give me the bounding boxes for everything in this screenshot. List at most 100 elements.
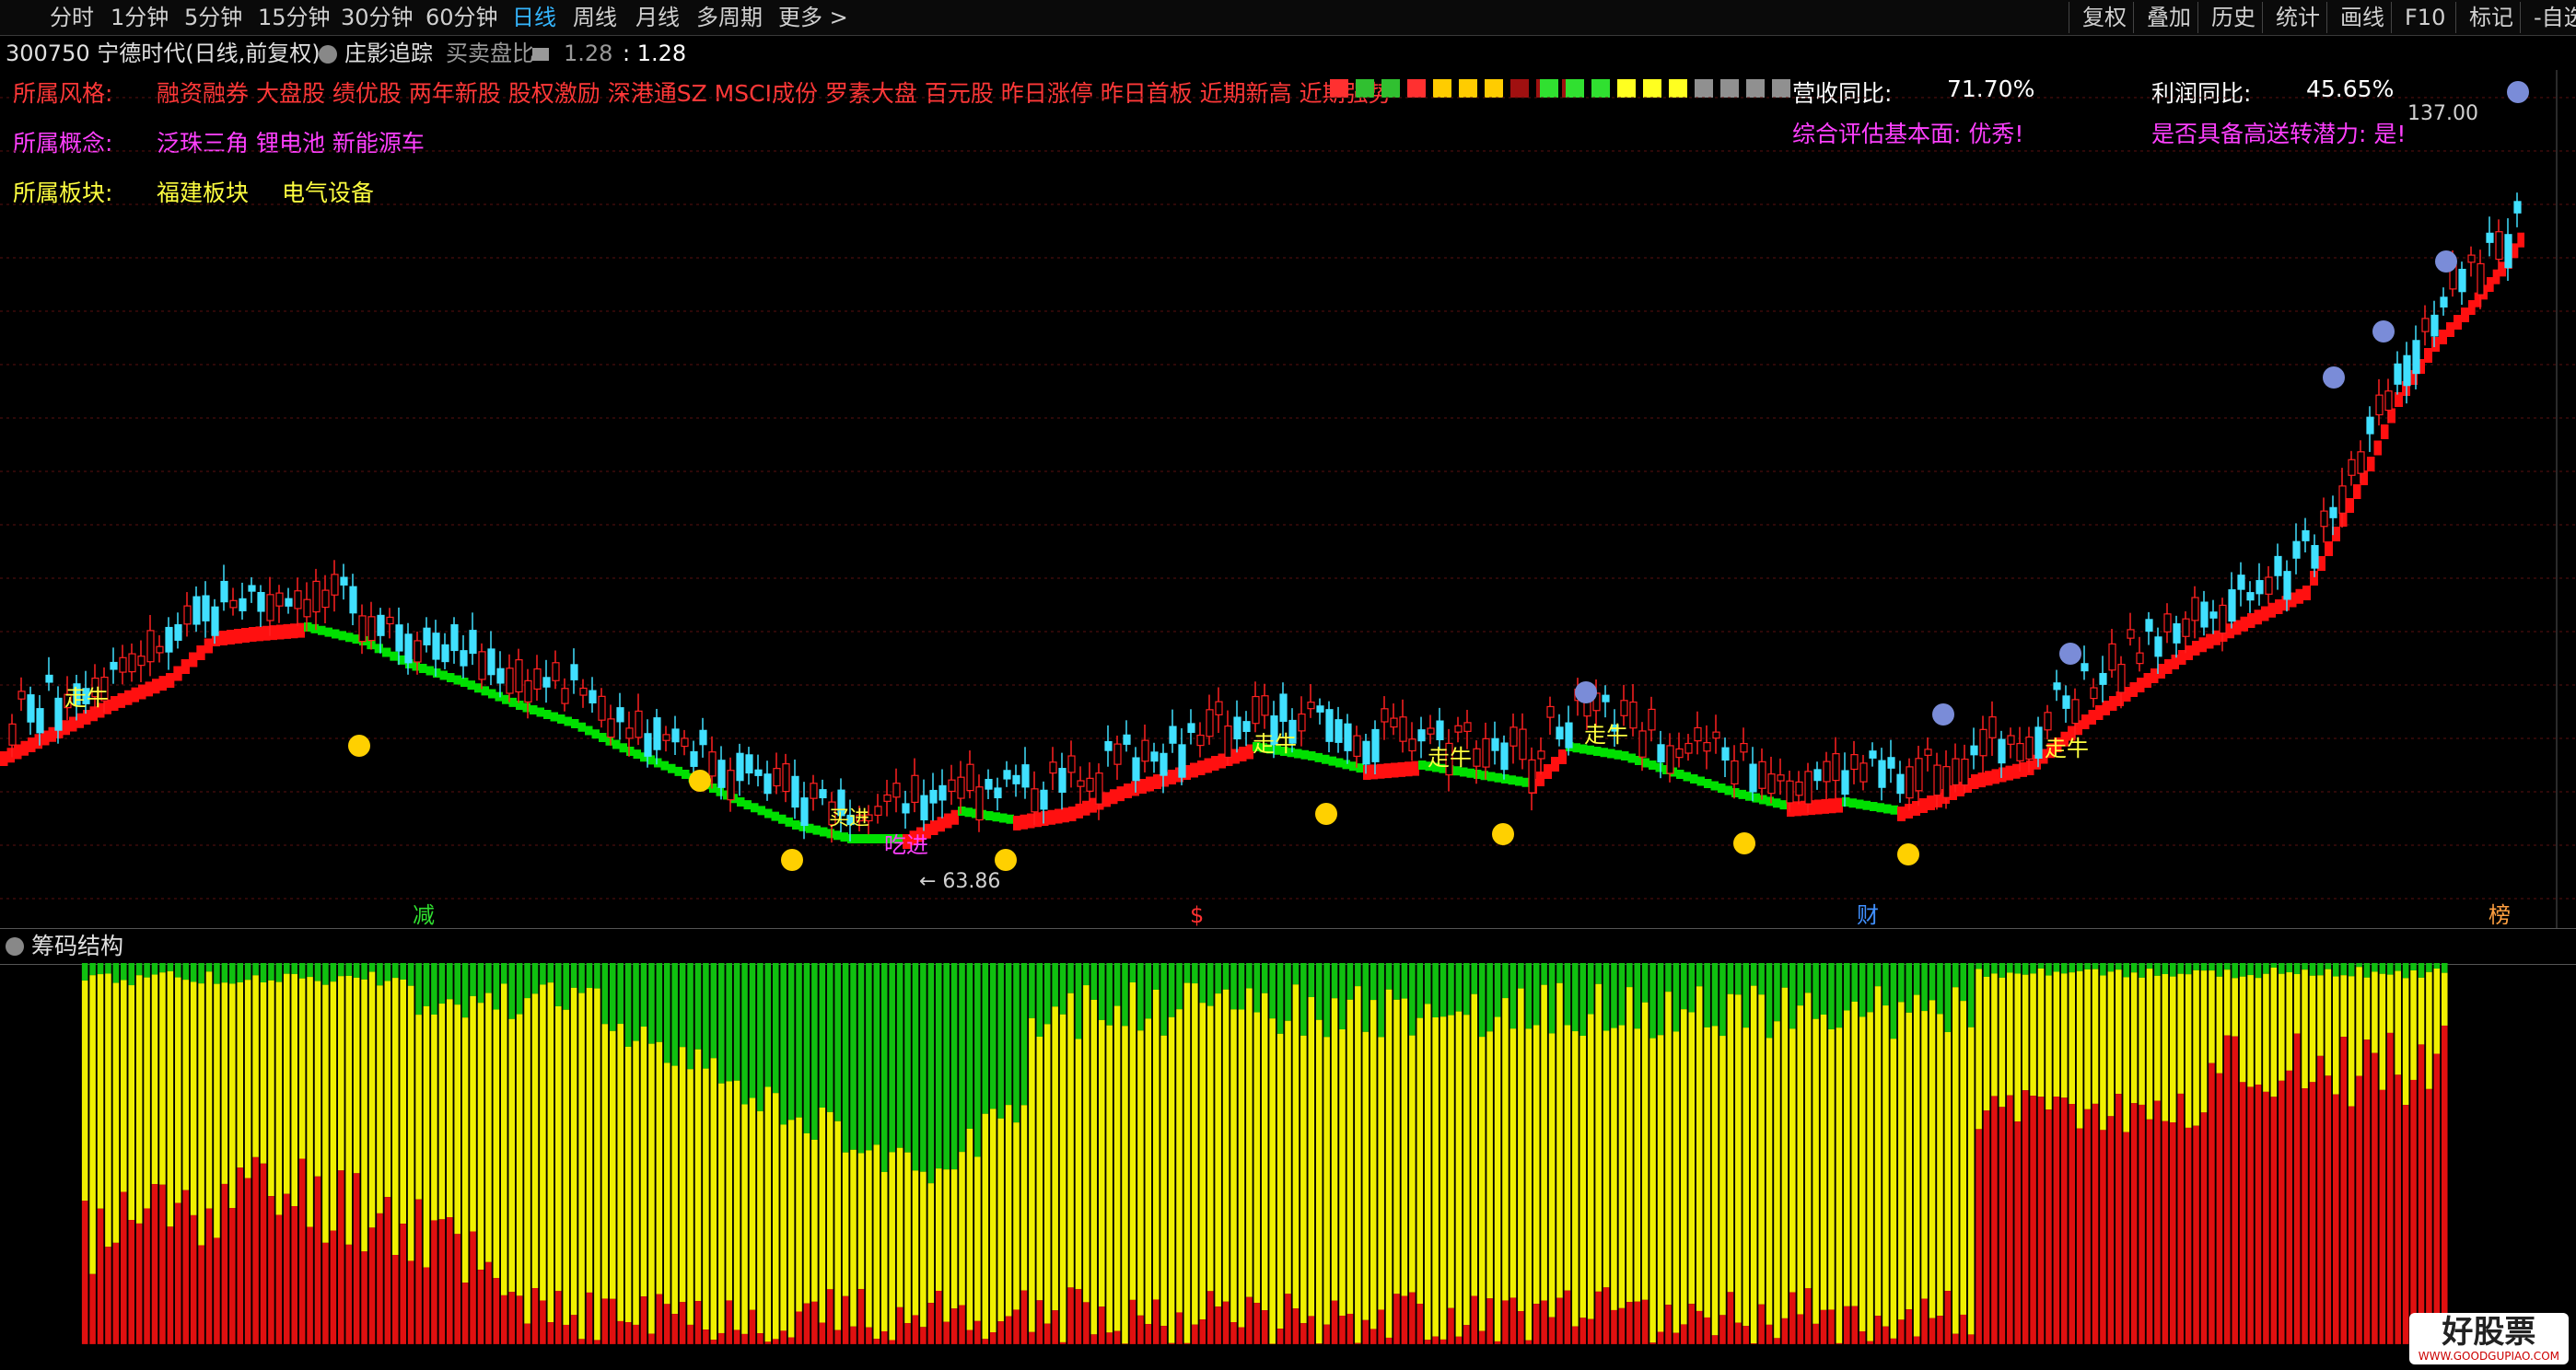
chip-bar-segment	[1898, 1002, 1905, 1320]
btn-history[interactable]: 历史	[2197, 2, 2255, 33]
chip-bar-segment	[1206, 963, 1214, 1006]
chip-bar-segment	[873, 1144, 880, 1340]
chip-bar-segment	[2263, 973, 2269, 1092]
indicator-dropdown-icon[interactable]	[319, 45, 337, 64]
watermark-logo: 好股票 WWW.GOODGUPIAO.COM	[2408, 1313, 2569, 1364]
chip-bar-segment	[1626, 1302, 1633, 1344]
trend-segment	[757, 806, 765, 816]
chip-bar-segment	[198, 983, 204, 1246]
chip-bar-segment	[935, 1168, 942, 1292]
chip-bar-segment	[1152, 989, 1160, 1300]
chip-bar-segment	[485, 963, 492, 993]
chip-structure-chart[interactable]	[0, 963, 2576, 1370]
trend-segment	[76, 713, 84, 728]
chip-bar-segment	[1315, 963, 1323, 1020]
tab-15min[interactable]: 15分钟	[258, 2, 331, 33]
trend-segment	[1607, 749, 1615, 759]
trend-segment	[2353, 484, 2361, 499]
chip-bar-segment	[679, 1302, 686, 1344]
lower-panel-title[interactable]: 筹码结构	[31, 929, 123, 964]
chip-bar-segment	[811, 963, 818, 1140]
lower-dropdown-icon[interactable]	[6, 937, 24, 956]
btn-f10[interactable]: F10	[2391, 2, 2445, 33]
candle-body	[2384, 390, 2393, 412]
chip-bar-segment	[656, 963, 663, 1042]
chip-bar-segment	[540, 963, 546, 985]
btn-watchlist[interactable]: -自选	[2520, 2, 2576, 33]
chip-bar-segment	[873, 963, 880, 1145]
tab-fenshi[interactable]: 分时	[50, 2, 94, 33]
tab-30min[interactable]: 30分钟	[341, 2, 414, 33]
candle-body	[377, 614, 385, 636]
trend-segment	[158, 676, 167, 691]
chip-bar-segment	[1261, 993, 1268, 1311]
btn-stats[interactable]: 统计	[2262, 2, 2320, 33]
chip-bar-segment	[128, 1220, 135, 1344]
chip-bar-segment	[2379, 1089, 2386, 1344]
btn-fuquan[interactable]: 复权	[2069, 2, 2127, 33]
chip-bar-segment	[1323, 1324, 1330, 1344]
chip-bar-segment	[943, 963, 950, 1170]
trend-segment	[612, 739, 621, 749]
chip-bar-segment	[1944, 1031, 1952, 1292]
tab-5min[interactable]: 5分钟	[184, 2, 242, 33]
trend-segment	[460, 678, 469, 687]
tab-more[interactable]: 更多 >	[778, 2, 848, 33]
chip-bar-segment	[284, 973, 290, 1194]
kline-chart[interactable]: 走牛走牛走牛走牛走牛买进吃进137.00← 63.86减 $ 财榜	[0, 70, 2576, 935]
chip-bar-segment	[1238, 1327, 1245, 1344]
chip-bar-segment	[1572, 1326, 1579, 1344]
trend-segment	[2261, 606, 2269, 621]
chip-bar-segment	[2325, 963, 2332, 969]
candle-body	[2513, 201, 2522, 214]
candle-body	[2311, 544, 2319, 569]
chip-bar-segment	[407, 1260, 414, 1344]
chip-bar-segment	[298, 978, 306, 1159]
chip-bar-segment	[1401, 998, 1408, 1296]
chip-bar-segment	[400, 963, 406, 980]
chip-bar-segment	[1106, 1025, 1113, 1333]
chip-bar-segment	[1611, 1309, 1617, 1344]
chip-bar-segment	[1199, 1319, 1206, 1344]
chip-bar-segment	[1564, 1290, 1571, 1344]
candle-body	[1067, 755, 1076, 773]
chip-bar-segment	[1618, 1307, 1626, 1344]
tab-monthly[interactable]: 月线	[635, 2, 680, 33]
chip-bar-segment	[221, 1183, 228, 1344]
chip-bar-segment	[2022, 963, 2029, 975]
candle-body	[2504, 234, 2512, 269]
indicator-name[interactable]: 庄影追踪	[344, 37, 433, 70]
candle-body	[1519, 728, 1527, 760]
btn-draw[interactable]: 画线	[2326, 2, 2384, 33]
chip-bar-segment	[2348, 963, 2355, 977]
tab-daily[interactable]: 日线	[512, 2, 556, 33]
candle-body	[1040, 789, 1048, 810]
chip-bar-segment	[857, 1153, 865, 1290]
chip-bar-segment	[764, 1341, 772, 1344]
chip-bar-segment	[1206, 1005, 1214, 1292]
candle-body	[938, 784, 947, 801]
candle-body	[1979, 728, 1987, 757]
btn-mark[interactable]: 标记	[2455, 2, 2513, 33]
candle-body	[2209, 611, 2218, 619]
tab-60min[interactable]: 60分钟	[425, 2, 498, 33]
trend-segment	[481, 686, 489, 696]
tab-1min[interactable]: 1分钟	[111, 2, 169, 33]
tab-multi-period[interactable]: 多周期	[696, 2, 763, 33]
chip-bar-segment	[1478, 1037, 1486, 1331]
trend-segment	[2137, 678, 2145, 692]
trend-segment	[1919, 798, 1928, 813]
chip-bar-segment	[609, 1030, 616, 1299]
candle-body	[2034, 726, 2043, 759]
chip-bar-segment	[1533, 1304, 1540, 1344]
candle-body	[1777, 774, 1785, 782]
chip-bar-segment	[1921, 1011, 1928, 1299]
chip-bar-segment	[826, 1289, 833, 1344]
trend-segment	[1487, 772, 1496, 782]
chip-bar-segment	[710, 963, 717, 1059]
btn-overlay[interactable]: 叠加	[2133, 2, 2191, 33]
chip-bar-segment	[2084, 969, 2091, 1109]
candle-body	[1537, 750, 1545, 760]
tab-weekly[interactable]: 周线	[573, 2, 617, 33]
chip-bar-segment	[81, 981, 88, 1202]
